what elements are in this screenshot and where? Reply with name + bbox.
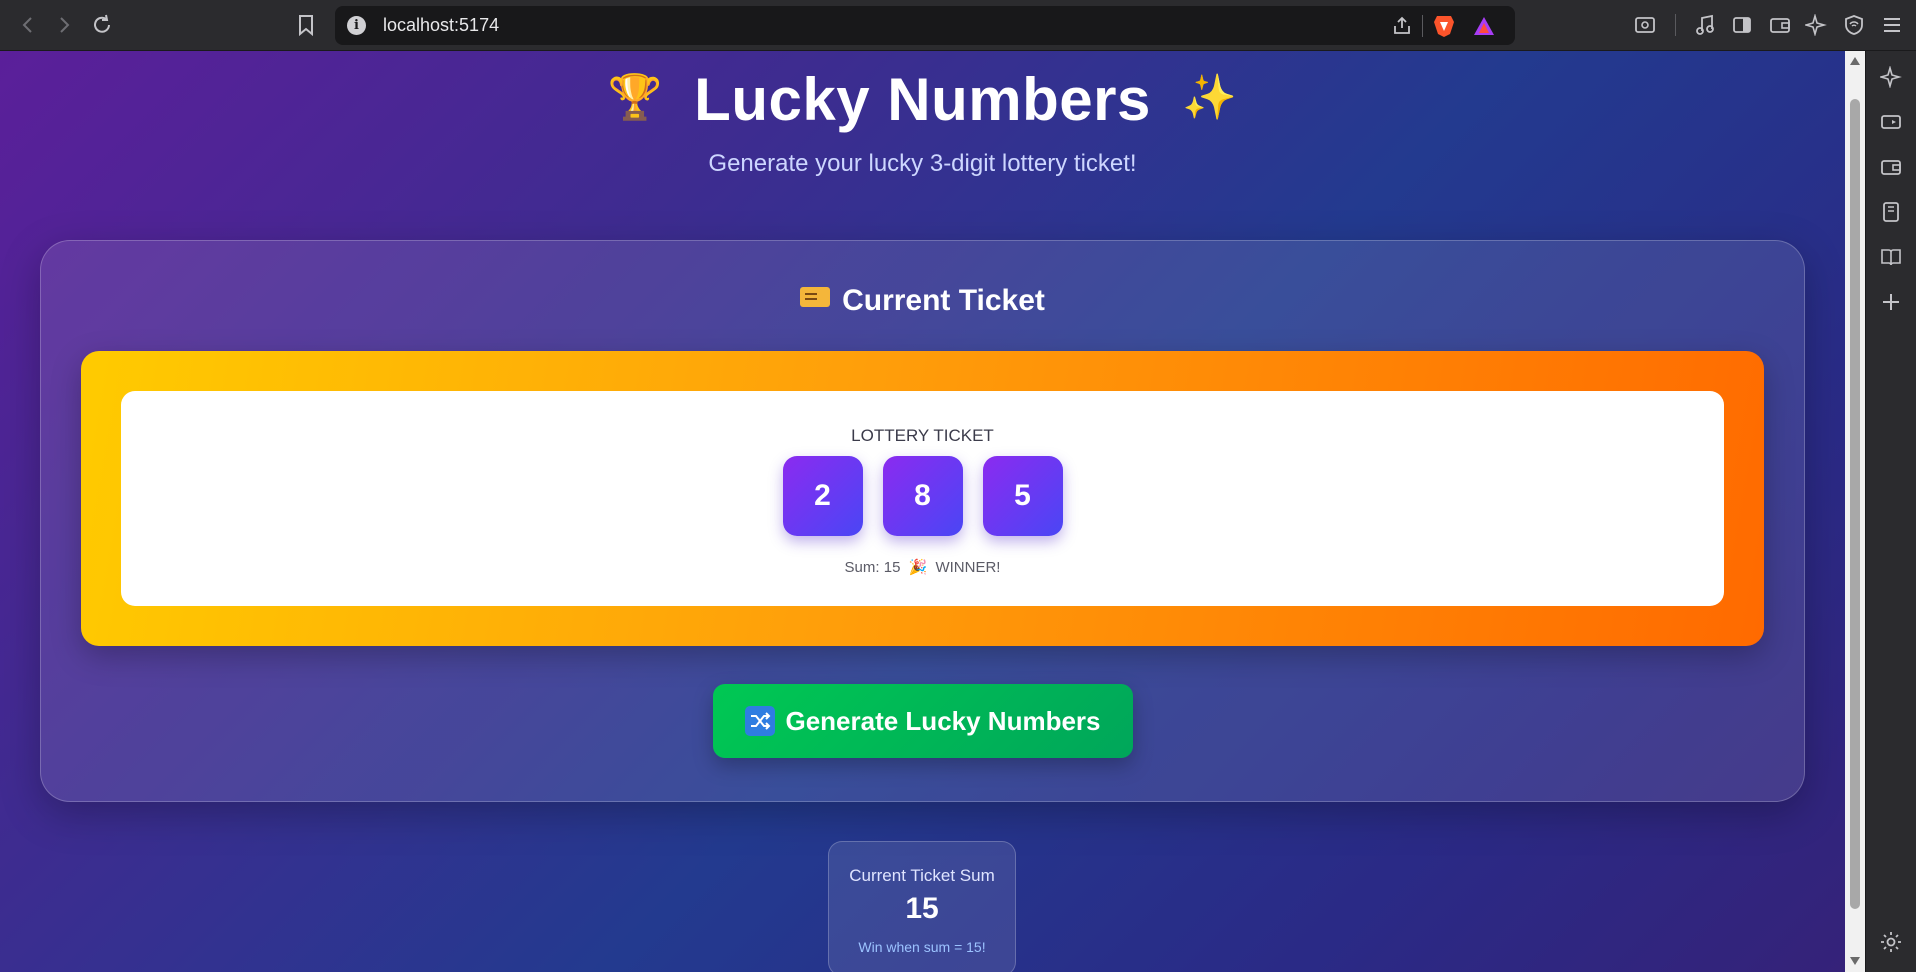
page-subtitle: Generate your lucky 3-digit lottery tick…: [708, 150, 1137, 177]
browser-toolbar: i localhost:5174: [0, 0, 1916, 51]
ticket-digits: 2 8 5: [121, 456, 1724, 536]
ticket-frame: LOTTERY TICKET 2 8 5 Sum: 15 🎉 WINNER!: [81, 351, 1764, 646]
share-icon[interactable]: [1390, 14, 1414, 38]
url-text[interactable]: localhost:5174: [383, 15, 499, 36]
ticket-sum-text: Sum: 15: [844, 559, 901, 576]
shuffle-icon: [745, 706, 776, 736]
generate-lucky-numbers-button[interactable]: Generate Lucky Numbers: [713, 684, 1133, 758]
forward-arrow-icon[interactable]: [52, 13, 76, 37]
back-arrow-icon[interactable]: [16, 13, 40, 37]
ticket-label: LOTTERY TICKET: [851, 426, 994, 445]
ticket-card-heading: Current Ticket: [41, 284, 1804, 318]
site-info-icon[interactable]: i: [347, 16, 366, 35]
ticket-card: Current Ticket LOTTERY TICKET 2 8 5 Sum:…: [40, 240, 1805, 802]
reading-list-icon[interactable]: [1879, 200, 1903, 224]
brave-shields-icon[interactable]: [1432, 14, 1456, 38]
sidebar-icon[interactable]: [1730, 13, 1754, 37]
toolbar-divider: [1675, 14, 1676, 36]
reload-icon[interactable]: [90, 13, 114, 37]
generate-button-label: Generate Lucky Numbers: [785, 705, 1101, 736]
video-icon[interactable]: [1879, 110, 1903, 134]
brave-rewards-icon[interactable]: [1472, 14, 1496, 38]
settings-icon[interactable]: [1879, 930, 1903, 954]
wallet-icon[interactable]: [1768, 13, 1792, 37]
scroll-up-arrow-icon[interactable]: [1850, 57, 1860, 65]
page-title: 🏆 Lucky Numbers ✨: [0, 65, 1845, 134]
winner-status-text: WINNER!: [935, 559, 1001, 576]
trophy-icon: 🏆: [607, 73, 663, 122]
browser-side-panel: [1865, 51, 1916, 972]
page-search-icon[interactable]: [1633, 13, 1657, 37]
ticket-icon: [800, 287, 831, 307]
party-popper-icon: 🎉: [908, 559, 928, 576]
scrollbar-thumb[interactable]: [1850, 99, 1860, 909]
leo-ai-icon[interactable]: [1804, 13, 1828, 37]
vpn-shield-icon[interactable]: [1842, 13, 1866, 37]
ticket-digit: 8: [882, 456, 963, 536]
bookmark-icon[interactable]: [294, 13, 318, 37]
ticket-card-heading-text: Current Ticket: [842, 284, 1045, 317]
ticket-digit: 2: [782, 456, 863, 536]
scroll-down-arrow-icon[interactable]: [1850, 957, 1860, 965]
stat-value: 15: [905, 892, 939, 925]
leo-ai-icon[interactable]: [1879, 65, 1903, 89]
page-scrollbar[interactable]: [1845, 51, 1865, 972]
current-ticket-sum-stat: Current Ticket Sum 15 Win when sum = 15!: [828, 841, 1016, 972]
lottery-ticket: LOTTERY TICKET 2 8 5 Sum: 15 🎉 WINNER!: [121, 391, 1724, 606]
address-bar[interactable]: i localhost:5174: [335, 6, 1515, 45]
add-icon[interactable]: [1879, 290, 1903, 314]
music-icon[interactable]: [1693, 13, 1717, 37]
page-title-text: Lucky Numbers: [694, 66, 1151, 133]
stat-label: Current Ticket Sum: [849, 866, 995, 885]
book-icon[interactable]: [1879, 245, 1903, 269]
page-viewport: 🏆 Lucky Numbers ✨ Generate your lucky 3-…: [0, 51, 1845, 972]
wallet-icon[interactable]: [1879, 155, 1903, 179]
menu-icon[interactable]: [1880, 13, 1904, 37]
url-divider: [1422, 15, 1423, 37]
ticket-digit: 5: [982, 456, 1063, 536]
sparkles-icon: ✨: [1182, 73, 1238, 122]
stat-note: Win when sum = 15!: [858, 939, 986, 955]
ticket-sum-line: Sum: 15 🎉 WINNER!: [121, 558, 1724, 576]
